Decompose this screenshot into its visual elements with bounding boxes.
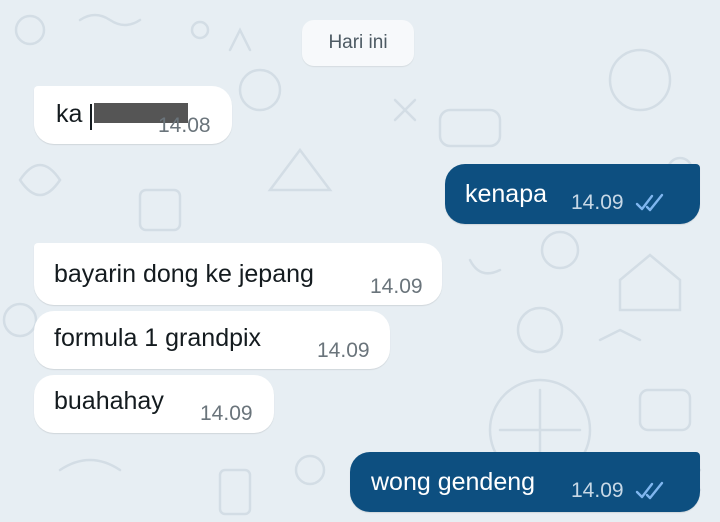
message-bubble-incoming[interactable]: bayarin dong ke jepang 14.09 [34,243,442,305]
message-text: kenapa [465,180,548,208]
message-time: 14.09 [571,479,624,502]
message-text: wong gendeng [371,468,536,496]
message-time: 14.08 [158,114,211,137]
message-bubble-outgoing[interactable]: kenapa 14.09 [445,164,700,224]
message-text: bayarin dong ke jepang [54,260,314,288]
message-text: buahahay [54,387,164,415]
message-bubble-incoming[interactable]: ka 14.08 [34,86,232,144]
message-bubble-incoming[interactable]: formula 1 grandpix 14.09 [34,311,390,369]
read-double-check-icon [635,193,664,212]
message-time: 14.09 [200,402,253,425]
message-time: 14.09 [370,275,423,298]
message-bubble-outgoing[interactable]: wong gendeng 14.09 [350,452,700,512]
date-separator: Hari ini [302,20,414,66]
message-text: ka [56,100,83,128]
message-text: formula 1 grandpix [54,324,262,352]
message-bubble-incoming[interactable]: buahahay 14.09 [34,375,274,433]
message-time: 14.09 [317,339,370,362]
read-double-check-icon [635,481,664,500]
message-time: 14.09 [571,191,624,214]
text-cursor [90,104,92,130]
